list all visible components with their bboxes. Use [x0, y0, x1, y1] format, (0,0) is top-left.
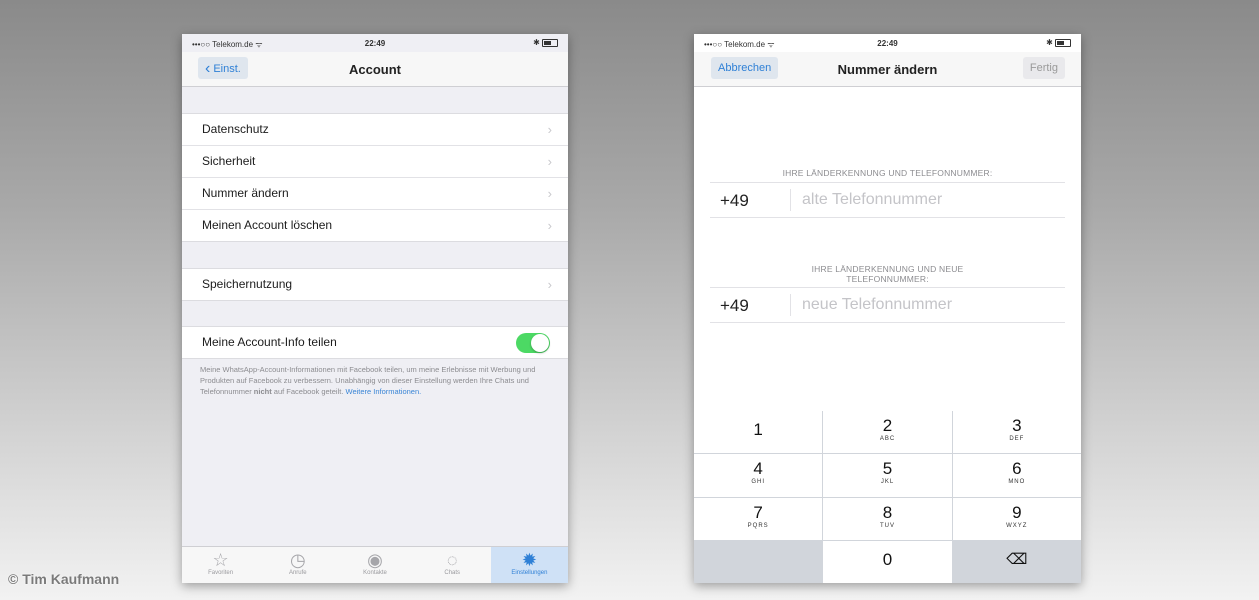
share-info-description: Meine WhatsApp-Account-Informationen mit… [200, 364, 550, 397]
share-info-group: Meine Account-Info teilen [182, 326, 568, 359]
list-item-account-loeschen[interactable]: Meinen Account löschen › [182, 210, 568, 241]
key-1[interactable]: 1 [694, 411, 823, 454]
copyright-watermark: © Tim Kaufmann [8, 571, 120, 587]
clock-icon: ◷ [289, 550, 306, 570]
battery-icon: ✱ [1046, 38, 1071, 47]
backspace-icon: ⌫ [1006, 550, 1028, 568]
key-letters: TUV [879, 522, 895, 529]
new-number-header-line: IHRE LÄNDERKENNUNG UND NEUE [811, 264, 964, 274]
tab-einstellungen[interactable]: ✹ Einstellungen [490, 547, 568, 583]
chevron-right-icon: › [547, 122, 552, 137]
key-number: 8 [882, 502, 893, 522]
tab-label: Chats [444, 570, 461, 576]
tab-label: Kontakte [363, 570, 387, 576]
new-phone-number-input[interactable] [802, 294, 1042, 316]
old-phone-number-input[interactable] [802, 189, 1042, 211]
new-number-header-line: TELEFONNUMMER: [846, 274, 929, 284]
page-title: Account [349, 62, 401, 77]
key-number: 2 [882, 416, 893, 435]
chevron-right-icon: › [547, 154, 552, 169]
toggle-knob [531, 334, 549, 352]
key-3[interactable]: 3 DEF [952, 411, 1081, 454]
status-bar: •••○○ Telekom.de ᯤ 22:49 ✱ [694, 34, 1081, 52]
share-account-info-row: Meine Account-Info teilen [182, 327, 568, 358]
tab-kontakte[interactable]: ◉ Kontakte [336, 547, 413, 583]
list-item-label: Speichernutzung [202, 277, 293, 291]
key-letters: GHI [751, 479, 765, 486]
key-number: 9 [1012, 502, 1022, 522]
chevron-right-icon: › [547, 218, 552, 233]
account-options-group: Datenschutz › Sicherheit › Nummer ändern › … [182, 113, 568, 242]
new-number-header: IHRE LÄNDERKENNUNG UND NEUE TELEFONNUMME… [694, 264, 1081, 284]
tab-chats[interactable]: ◌ Chats [414, 547, 491, 583]
clock-label: 22:49 [364, 39, 386, 48]
key-number: 3 [1012, 416, 1022, 435]
key-letters: DEF [1009, 436, 1025, 442]
key-number: 6 [1012, 459, 1022, 479]
navigation-bar: Abbrechen Nummer ändern Fertig [694, 52, 1081, 87]
share-account-info-label: Meine Account-Info teilen [202, 335, 337, 349]
delete-key[interactable]: ⌫ [952, 540, 1081, 583]
divider [790, 294, 791, 316]
navigation-bar: Einst. Account [182, 52, 568, 87]
star-icon: ☆ [212, 550, 229, 570]
key-blank [694, 540, 823, 583]
chat-bubbles-icon: ◌ [446, 550, 458, 570]
new-number-row: +49 [710, 287, 1065, 323]
key-2[interactable]: 2 ABC [823, 411, 952, 454]
person-icon: ◉ [367, 550, 383, 570]
key-4[interactable]: 4 GHI [694, 454, 823, 497]
old-country-code[interactable]: +49 [720, 191, 749, 211]
chevron-right-icon: › [547, 186, 552, 201]
tab-label: Einstellungen [511, 570, 548, 576]
share-account-info-toggle[interactable] [516, 333, 550, 353]
list-item-nummer-aendern[interactable]: Nummer ändern › [182, 178, 568, 210]
list-item-datenschutz[interactable]: Datenschutz › [182, 114, 568, 146]
key-number: 7 [753, 502, 763, 522]
list-item-label: Nummer ändern [202, 186, 289, 200]
key-letters: ABC [879, 436, 896, 442]
key-9[interactable]: 9 WXYZ [952, 497, 1081, 540]
key-letters: WXYZ [1006, 522, 1028, 529]
tab-label: Anrufe [288, 570, 307, 576]
key-number: 0 [882, 549, 893, 569]
clock-label: 22:49 [877, 39, 898, 48]
done-button[interactable]: Fertig [1022, 57, 1065, 79]
storage-group: Speichernutzung › [182, 268, 568, 301]
old-number-header: IHRE LÄNDERKENNUNG UND TELEFONNUMMER: [782, 168, 993, 178]
old-number-row: +49 [710, 182, 1065, 218]
description-text: auf Facebook geteilt. [271, 387, 346, 396]
account-settings-screen: •••○○ Telekom.de ᯤ 22:49 ✱ Einst. Accoun… [182, 34, 568, 583]
key-letters: JKL [880, 479, 895, 486]
tab-anrufe[interactable]: ◷ Anrufe [259, 547, 336, 583]
divider [790, 189, 791, 211]
list-item-label: Sicherheit [202, 154, 256, 168]
description-bold-text: nicht [253, 387, 272, 396]
key-number: 1 [753, 420, 763, 439]
battery-icon: ✱ [533, 38, 558, 47]
more-info-link[interactable]: Weitere Informationen. [346, 387, 422, 396]
new-country-code[interactable]: +49 [720, 296, 749, 316]
key-number: 4 [753, 459, 763, 479]
chevron-right-icon: › [547, 277, 552, 292]
numeric-keypad: 1 2 ABC 3 DEF 4 GHI 5 JKL 6 MNO 7 PQRS 8 TUV 9W… [694, 411, 1081, 583]
list-item-speichernutzung[interactable]: Speichernutzung › [182, 269, 568, 300]
status-bar: •••○○ Telekom.de ᯤ 22:49 ✱ [182, 34, 568, 52]
key-letters: PQRS [747, 522, 769, 529]
gear-icon: ✹ [521, 550, 537, 570]
key-7[interactable]: 7 PQRS [694, 497, 823, 540]
key-8[interactable]: 8 TUV [823, 497, 952, 540]
change-number-screen: •••○○ Telekom.de ᯤ 22:49 ✱ Abbrechen Num… [694, 34, 1081, 583]
list-item-label: Datenschutz [202, 122, 269, 136]
list-item-label: Meinen Account löschen [202, 218, 333, 232]
key-number: 5 [882, 459, 893, 479]
list-item-sicherheit[interactable]: Sicherheit › [182, 146, 568, 178]
key-0[interactable]: 0 [823, 540, 952, 583]
key-6[interactable]: 6 MNO [952, 454, 1081, 497]
tab-bar: ☆ Favoriten ◷ Anrufe ◉ Kontakte ◌ Chats ✹ Ein… [182, 546, 568, 583]
tab-favoriten[interactable]: ☆ Favoriten [182, 547, 259, 583]
key-5[interactable]: 5 JKL [823, 454, 952, 497]
tab-label: Favoriten [208, 570, 234, 576]
key-letters: MNO [1008, 479, 1026, 486]
